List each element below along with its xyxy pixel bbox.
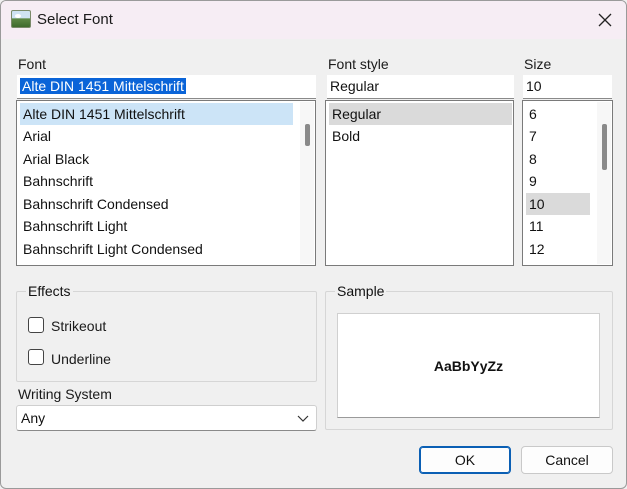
font-style-input-value: Regular — [330, 78, 380, 94]
ok-button[interactable]: OK — [419, 446, 511, 474]
font-list-item[interactable]: Bahnschrift Light Condensed — [20, 238, 293, 260]
size-list-scroll-thumb[interactable] — [602, 124, 607, 170]
size-list-item[interactable]: 8 — [526, 148, 590, 170]
font-input[interactable]: Alte DIN 1451 Mittelschrift — [17, 75, 316, 99]
sample-title: Sample — [335, 283, 387, 299]
font-list-item[interactable]: Bahnschrift Light — [20, 215, 293, 237]
effects-group — [16, 291, 317, 382]
font-list-scrollbar[interactable] — [300, 102, 314, 264]
font-style-list[interactable]: Regular Bold — [325, 100, 514, 266]
size-list-item[interactable]: 7 — [526, 125, 590, 147]
underline-checkbox[interactable] — [28, 349, 44, 365]
size-input-value: 10 — [526, 78, 542, 94]
font-label: Font — [18, 56, 47, 72]
size-list[interactable]: 6 7 8 9 10 11 12 — [522, 100, 613, 266]
title-bar: Select Font — [1, 1, 626, 39]
size-label: Size — [524, 56, 552, 72]
font-input-value: Alte DIN 1451 Mittelschrift — [20, 78, 186, 94]
font-style-list-item[interactable]: Regular — [329, 103, 512, 125]
writing-system-label: Writing System — [18, 386, 112, 402]
font-list-item[interactable]: Bahnschrift Condensed — [20, 193, 293, 215]
size-list-item[interactable]: 9 — [526, 170, 590, 192]
close-button[interactable] — [581, 1, 626, 39]
font-list[interactable]: Alte DIN 1451 Mittelschrift Arial Arial … — [16, 100, 316, 266]
underline-label[interactable]: Underline — [51, 351, 111, 367]
size-input[interactable]: 10 — [523, 75, 612, 99]
image-icon — [11, 10, 31, 28]
font-list-item[interactable]: Alte DIN 1451 Mittelschrift — [20, 103, 293, 125]
font-style-list-item[interactable]: Bold — [329, 125, 512, 147]
effects-title: Effects — [26, 283, 73, 299]
sample-preview: AaBbYyZz — [337, 313, 600, 418]
writing-system-select[interactable]: Any — [16, 405, 317, 431]
size-list-scrollbar[interactable] — [597, 102, 611, 264]
font-style-input[interactable]: Regular — [327, 75, 514, 99]
dialog-title: Select Font — [37, 11, 113, 28]
select-font-dialog: Select Font Font Alte DIN 1451 Mittelsch… — [0, 0, 627, 489]
font-list-item[interactable]: Arial Black — [20, 148, 293, 170]
font-list-scroll-thumb[interactable] — [305, 124, 310, 146]
cancel-button[interactable]: Cancel — [521, 446, 613, 474]
size-list-item[interactable]: 6 — [526, 103, 590, 125]
font-list-item[interactable]: Bahnschrift — [20, 170, 293, 192]
size-list-item[interactable]: 10 — [526, 193, 590, 215]
size-list-item[interactable]: 11 — [526, 215, 590, 237]
strikeout-label[interactable]: Strikeout — [51, 318, 106, 334]
font-list-item[interactable]: Arial — [20, 125, 293, 147]
sample-text: AaBbYyZz — [433, 358, 504, 374]
font-style-label: Font style — [328, 56, 389, 72]
close-icon — [598, 13, 611, 27]
writing-system-value: Any — [21, 410, 46, 426]
chevron-down-icon — [297, 415, 309, 422]
strikeout-checkbox[interactable] — [28, 317, 44, 333]
size-list-item[interactable]: 12 — [526, 238, 590, 260]
